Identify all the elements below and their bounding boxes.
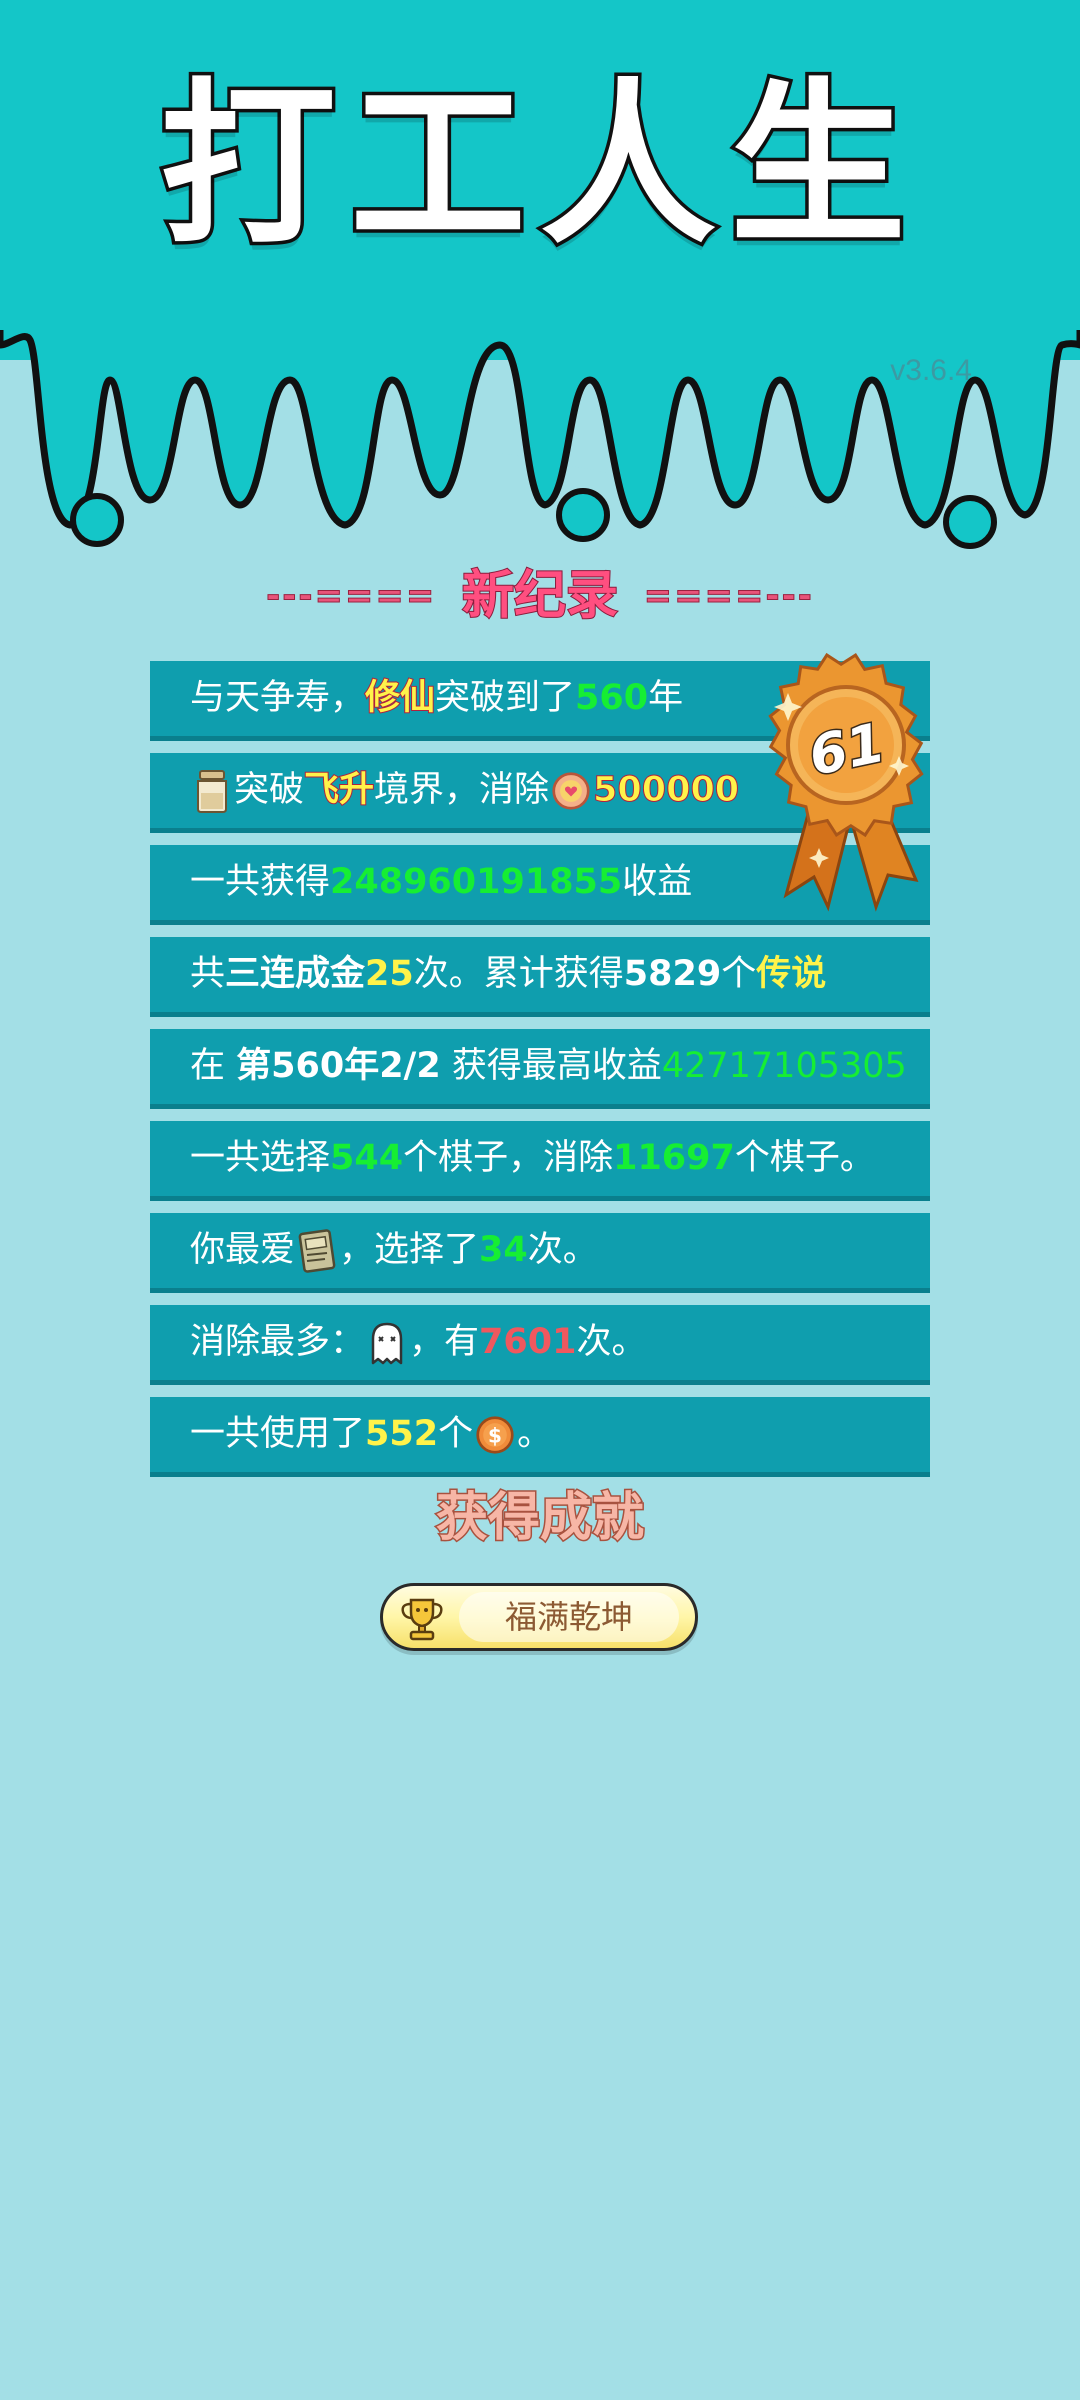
achievement-label: 福满乾坤: [459, 1592, 679, 1642]
row-text: 次。: [576, 1322, 647, 1362]
row-value: 248960191855: [330, 862, 623, 902]
record-row-highest-income: 在 第560年2/2 获得最高收益42717105305: [150, 1029, 930, 1109]
row-text: 一共选择: [190, 1138, 331, 1178]
row-value: 25: [365, 954, 414, 994]
row-value: 500000: [593, 770, 740, 811]
app-title: 打工人生: [156, 63, 920, 268]
row-text: 次。: [527, 1230, 598, 1270]
row-value: 544: [330, 1138, 404, 1178]
row-text: 获得最高收益: [440, 1046, 662, 1086]
row-text: 个: [438, 1414, 474, 1454]
row-highlight: 三连成金: [225, 954, 366, 994]
trophy-icon: [397, 1594, 447, 1644]
row-text: 在: [190, 1046, 237, 1086]
record-row-pieces: 一共选择544个棋子，消除11697个棋子。: [150, 1121, 930, 1201]
version-label: v3.6.4: [890, 354, 972, 387]
row-text: 。: [517, 1414, 553, 1454]
row-text: 一共获得: [190, 862, 331, 902]
row-value: 34: [479, 1230, 528, 1270]
row-value: 552: [365, 1414, 439, 1454]
dollar-coin-icon: $: [475, 1413, 515, 1457]
heading-text: 新纪录: [461, 566, 619, 626]
row-value: 7601: [479, 1322, 577, 1362]
row-highlight: 第560年2/2: [236, 1046, 441, 1086]
record-medal: 61: [746, 645, 956, 915]
row-text: 一共使用了: [190, 1414, 366, 1454]
row-value: 560: [575, 678, 649, 718]
row-text: ，有: [409, 1322, 480, 1362]
row-text: 个棋子。: [734, 1138, 875, 1178]
row-value: 42717105305: [661, 1046, 907, 1086]
coin-heart-icon: [551, 769, 591, 813]
row-text: ，选择了: [339, 1230, 480, 1270]
row-highlight: 修仙: [364, 677, 436, 719]
row-value: 11697: [613, 1138, 735, 1178]
row-text: 次。累计获得: [413, 954, 624, 994]
flask-icon: [192, 769, 232, 813]
book-icon: [297, 1229, 337, 1273]
row-text: 你最爱: [190, 1230, 296, 1270]
heading-deco-right: ====---: [643, 576, 814, 616]
row-text: 个棋子，消除: [403, 1138, 614, 1178]
achievement-badge[interactable]: 福满乾坤: [380, 1583, 698, 1651]
row-text: 年: [648, 678, 684, 718]
row-text: 突破: [234, 770, 305, 810]
record-row-triple-gold: 共三连成金25次。累计获得5829个传说: [150, 937, 930, 1017]
row-text: 共: [190, 954, 226, 994]
achievement-heading: 获得成就: [434, 1488, 645, 1548]
row-text: 与天争寿，: [190, 678, 366, 718]
new-record-heading: ---==== 新纪录 ====---: [0, 569, 1080, 623]
svg-text:$: $: [488, 1423, 502, 1447]
row-text: 个: [721, 954, 757, 994]
ghost-icon: [367, 1321, 407, 1365]
row-highlight: 传说: [756, 954, 827, 994]
record-row-favorite: 你最爱 ，选择了34次。: [150, 1213, 930, 1293]
row-text: 消除最多：: [190, 1322, 366, 1362]
record-row-most-removed: 消除最多： ，有7601次。: [150, 1305, 930, 1385]
record-row-coins-used: 一共使用了552个 $ 。: [150, 1397, 930, 1477]
row-highlight: 飞升: [303, 769, 375, 811]
header: 打工人生 v3.6.4: [0, 0, 1080, 560]
row-value: 5829: [623, 954, 722, 994]
row-text: 收益: [622, 862, 693, 902]
heading-deco-left: ---====: [266, 576, 437, 616]
row-text: 突破到了: [435, 678, 576, 718]
row-text: 境界，消除: [374, 770, 550, 810]
